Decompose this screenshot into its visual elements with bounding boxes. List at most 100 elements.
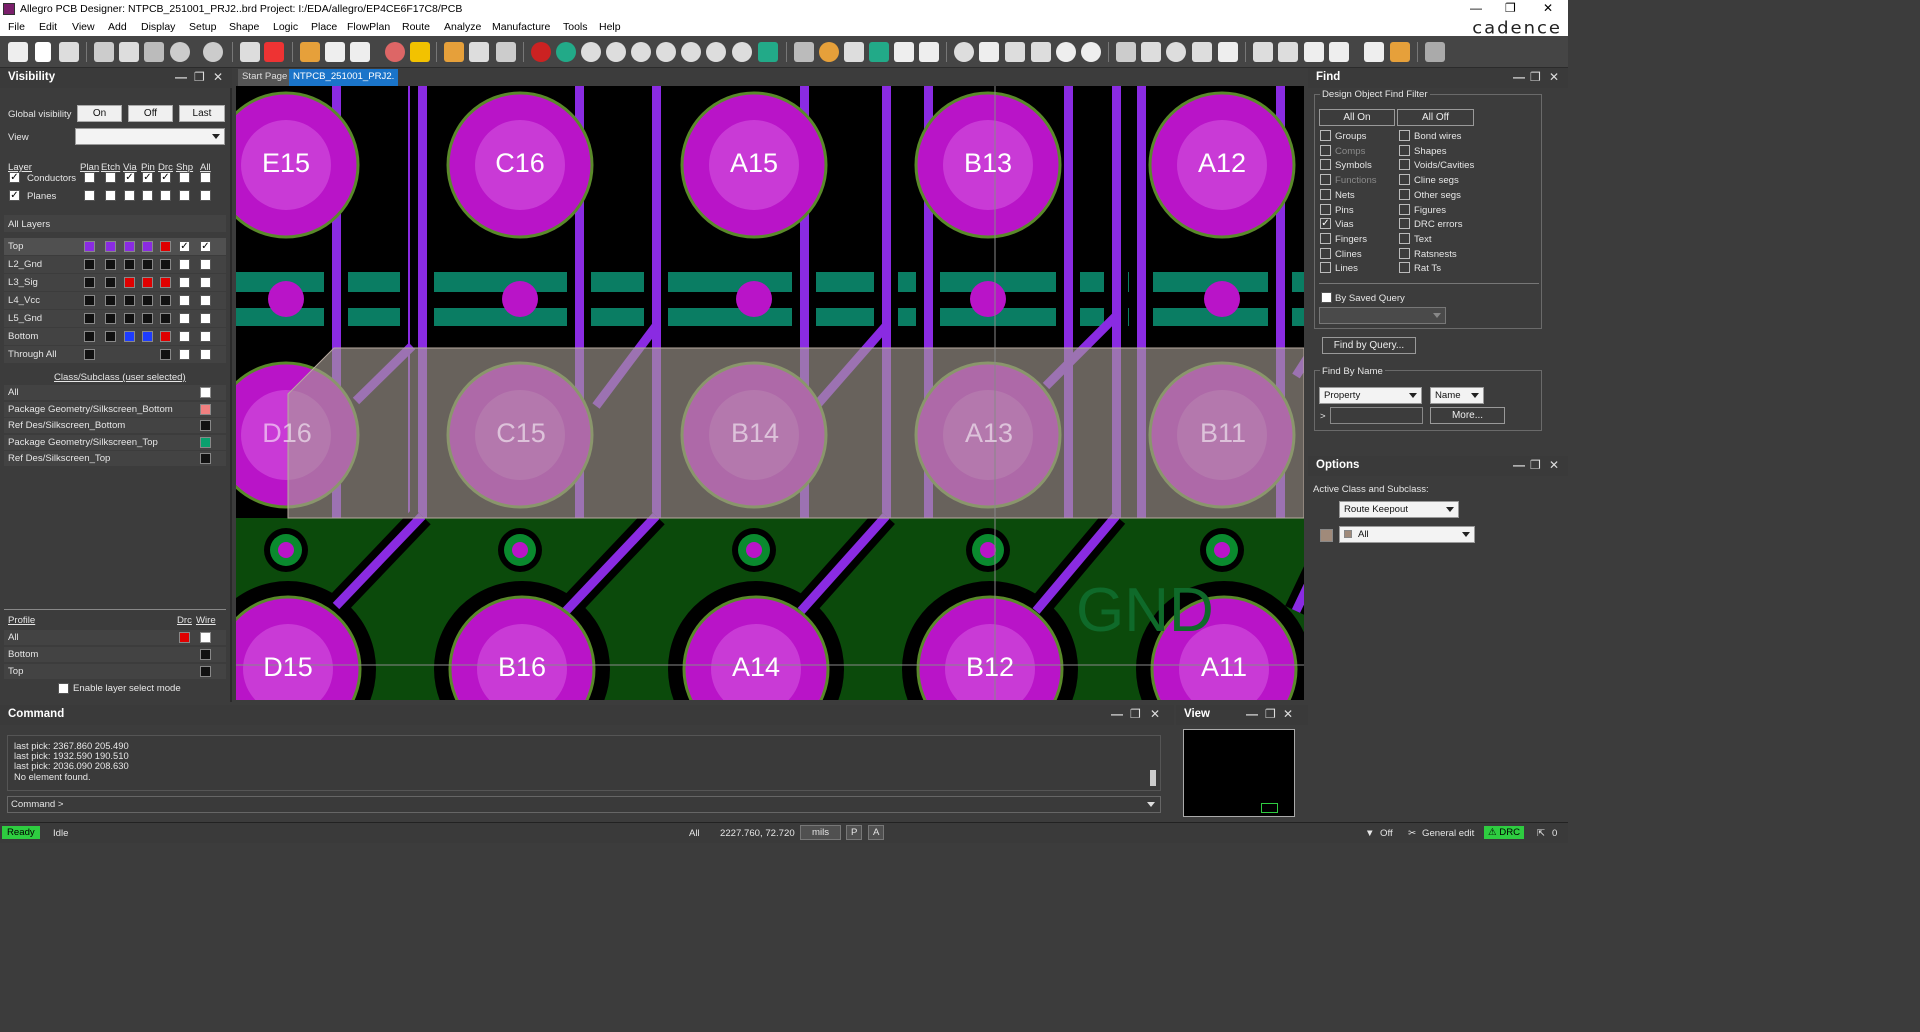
menu-display[interactable]: Display — [141, 21, 175, 33]
find-bond-wires-checkbox[interactable] — [1399, 130, 1410, 141]
highlight-icon[interactable] — [1031, 42, 1051, 62]
zoom-out-icon[interactable] — [656, 42, 676, 62]
find-text-checkbox[interactable] — [1399, 232, 1410, 244]
find-pins-checkbox[interactable] — [1320, 203, 1331, 215]
find-rat-ts-checkbox[interactable] — [1399, 262, 1410, 274]
layer-color-swatch[interactable] — [124, 241, 135, 252]
menu-flowplan[interactable]: FlowPlan — [347, 21, 390, 33]
layer-color-swatch[interactable] — [84, 259, 95, 270]
dehighlight-icon[interactable] — [1081, 42, 1101, 62]
conductors-col-checkbox[interactable] — [84, 172, 95, 183]
all-on-button[interactable]: All On — [1319, 109, 1395, 126]
layer-shp-checkbox[interactable] — [179, 259, 190, 270]
restore-icon[interactable]: ❐ — [1505, 1, 1516, 15]
find-cline-segs-checkbox[interactable] — [1399, 174, 1410, 186]
layer-all-checkbox[interactable] — [200, 277, 211, 288]
profile-wire-swatch[interactable] — [200, 632, 211, 643]
class-color-swatch[interactable] — [200, 387, 211, 398]
planes-checkbox[interactable]: ✓ — [9, 190, 20, 201]
shape-select-icon[interactable] — [1218, 42, 1238, 62]
p-button[interactable]: P — [846, 825, 863, 840]
close-icon[interactable]: ✕ — [1283, 707, 1293, 721]
layer-color-swatch[interactable] — [124, 331, 135, 342]
layer-shp-checkbox[interactable]: ✓ — [179, 241, 190, 252]
menu-setup[interactable]: Setup — [189, 21, 216, 33]
float-icon[interactable]: ❐ — [1265, 707, 1276, 721]
find-name-input[interactable] — [1330, 407, 1423, 424]
conductors-checkbox[interactable]: ✓ — [9, 172, 20, 183]
layer-color-swatch[interactable] — [160, 241, 171, 252]
command-input[interactable]: Command > — [7, 796, 1161, 813]
pick-icon[interactable] — [240, 42, 260, 62]
find-type-select[interactable]: Property — [1319, 387, 1422, 404]
save-icon[interactable] — [59, 42, 79, 62]
menu-analyze[interactable]: Analyze — [444, 21, 481, 33]
layer-color-swatch[interactable] — [124, 295, 135, 306]
assign-color-icon[interactable] — [1056, 42, 1076, 62]
copy-icon[interactable] — [119, 42, 139, 62]
board-view[interactable]: GND E15 C16 A15 B13 A12 D16 C15 B14 A13 B11 D15 B16 A… — [236, 86, 1304, 700]
find-clines-checkbox[interactable] — [1320, 247, 1331, 259]
report-icon[interactable] — [894, 42, 914, 62]
shadow-icon[interactable] — [844, 42, 864, 62]
layer-color-swatch[interactable] — [105, 331, 116, 342]
filter-off-status[interactable]: Off — [1380, 828, 1393, 839]
conductors-col-checkbox[interactable]: ✓ — [124, 172, 135, 183]
layer-color-swatch[interactable] — [160, 313, 171, 324]
minimize-icon[interactable]: — — [1470, 1, 1482, 15]
all-off-button[interactable]: All Off — [1397, 109, 1474, 126]
conductors-col-checkbox[interactable] — [200, 172, 211, 183]
layers-icon[interactable] — [869, 42, 889, 62]
find-other-segs-checkbox[interactable] — [1399, 188, 1410, 200]
saved-query-select[interactable] — [1319, 307, 1446, 324]
zoom-fit-icon[interactable] — [581, 42, 601, 62]
minimize-icon[interactable]: — — [1513, 458, 1525, 472]
layer-color-swatch[interactable] — [84, 241, 95, 252]
menu-tools[interactable]: Tools — [563, 21, 588, 33]
planes-col-checkbox[interactable] — [142, 190, 153, 201]
profile-drc-swatch[interactable] — [179, 632, 190, 643]
share-icon[interactable] — [1425, 42, 1445, 62]
find-comps-checkbox[interactable] — [1320, 144, 1331, 156]
shape-merge-icon[interactable] — [1192, 42, 1212, 62]
minimize-icon[interactable]: — — [1246, 707, 1258, 721]
scale-icon[interactable] — [1329, 42, 1349, 62]
planes-col-checkbox[interactable] — [84, 190, 95, 201]
menu-place[interactable]: Place — [311, 21, 337, 33]
bus-icon[interactable] — [1005, 42, 1025, 62]
command-scrollbar[interactable] — [1150, 770, 1156, 786]
layer-all-checkbox[interactable] — [200, 295, 211, 306]
find-nets-checkbox[interactable] — [1320, 188, 1331, 200]
subclass-color-swatch[interactable] — [1320, 529, 1333, 542]
minimize-icon[interactable]: — — [1111, 707, 1123, 721]
planes-col-checkbox[interactable] — [179, 190, 190, 201]
menu-file[interactable]: File — [8, 21, 25, 33]
float-icon[interactable]: ❐ — [1530, 70, 1541, 84]
swap-icon[interactable] — [1390, 42, 1410, 62]
edit-mode-status[interactable]: General edit — [1422, 828, 1474, 839]
menu-edit[interactable]: Edit — [39, 21, 57, 33]
more-button[interactable]: More... — [1430, 407, 1505, 424]
grid-icon[interactable] — [794, 42, 814, 62]
find-drc-errors-checkbox[interactable] — [1399, 218, 1410, 230]
move-icon[interactable] — [94, 42, 114, 62]
zoom-in-icon[interactable] — [631, 42, 651, 62]
layer-color-swatch[interactable] — [105, 277, 116, 288]
add-text-icon[interactable] — [325, 42, 345, 62]
layer-all-checkbox[interactable]: ✓ — [200, 241, 211, 252]
spread-icon[interactable] — [496, 42, 516, 62]
layer-color-swatch[interactable] — [105, 259, 116, 270]
slide-icon[interactable] — [469, 42, 489, 62]
filter-icon[interactable]: ▼ — [1365, 828, 1375, 839]
close-icon[interactable]: ✕ — [213, 70, 223, 84]
layer-color-swatch[interactable] — [142, 313, 153, 324]
layer-color-swatch[interactable] — [105, 241, 116, 252]
layer-all-checkbox[interactable] — [200, 331, 211, 342]
enable-layer-select-checkbox[interactable] — [58, 683, 69, 694]
pcb-canvas[interactable]: GND E15 C16 A15 B13 A12 D16 C15 B14 A13 B11 D15 B16 A… — [236, 86, 1304, 700]
zoom-previous-icon[interactable] — [681, 42, 701, 62]
subclass-select[interactable]: All — [1339, 526, 1475, 543]
layer-color-swatch[interactable] — [142, 241, 153, 252]
layer-color-swatch[interactable] — [160, 277, 171, 288]
layer-color-swatch[interactable] — [142, 295, 153, 306]
